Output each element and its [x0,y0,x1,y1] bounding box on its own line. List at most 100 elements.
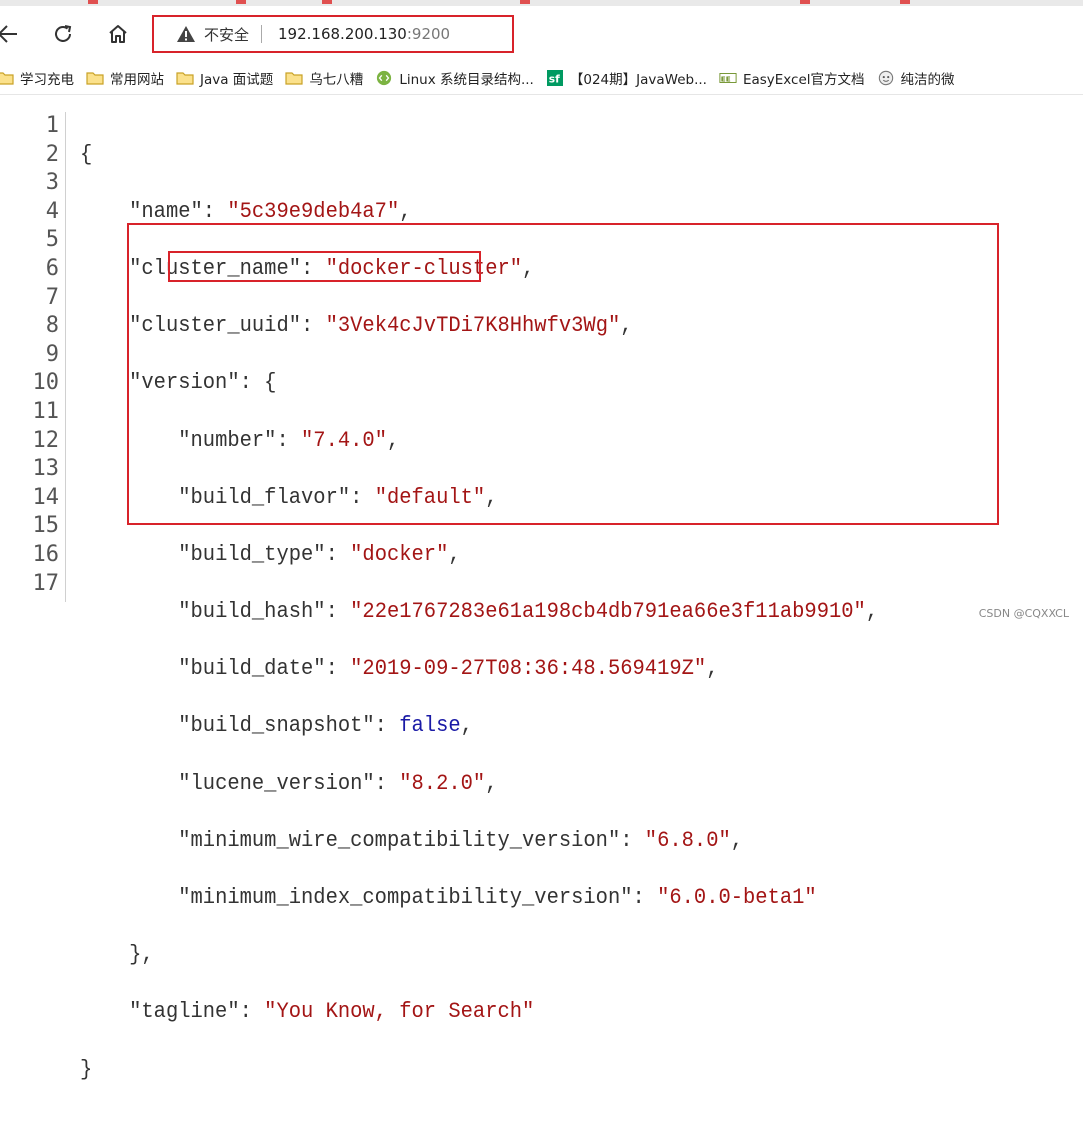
line-number: 6 [45,255,59,281]
site-icon [878,70,893,86]
json-brace: { [80,141,93,167]
json-string: "You Know, for Search" [264,999,535,1025]
json-string: "7.4.0" [301,427,387,453]
address-divider [261,25,263,43]
code-line: "build_type": "docker", [178,541,461,567]
bookmarks-bar: 学习充电 常用网站 Java 面试题 乌七八糟 Linux 系统目录结构... … [0,62,1083,95]
bookmark-label: 常用网站 [110,72,164,88]
bookmark-item[interactable]: 纯洁的微 [873,64,963,92]
code-icon [377,70,392,86]
code-line: { [80,141,878,170]
line-number: 17 [32,570,60,596]
json-string: "22e1767283e61a198cb4db791ea66e3f11ab991… [350,599,866,625]
bookmark-item[interactable]: 乌七八糟 [281,64,371,92]
bookmark-label: 学习充电 [20,72,74,88]
code-line: "minimum_wire_compatibility_version": "6… [178,827,744,853]
json-viewer: 1 2 3 4 5 6 7 8 9 10 11 12 13 14 15 16 1… [0,112,1083,1082]
line-number: 5 [45,227,59,253]
code-line: "build_date": "2019-09-27T08:36:48.56941… [178,656,719,682]
tab-indicator [236,0,246,4]
security-status-label[interactable]: 不安全 [204,24,249,45]
bookmark-label: 乌七八糟 [309,72,364,88]
tab-indicator [322,0,332,4]
json-string: "docker" [350,541,449,567]
code-line: "version": { [129,370,277,396]
json-string: "5c39e9deb4a7" [227,198,400,224]
code-line: "number": "7.4.0", [178,427,400,453]
json-string: "default" [374,484,486,510]
json-code[interactable]: { "name": "5c39e9deb4a7", "cluster_name"… [80,112,878,1141]
bookmark-item[interactable]: 常用网站 [82,64,172,92]
line-number: 10 [32,370,60,396]
json-key: "cluster_uuid" [129,313,302,339]
json-string: "6.0.0-beta1" [657,885,817,911]
bookmark-label: 纯洁的微 [900,72,955,88]
code-line: "minimum_index_compatibility_version": "… [178,885,817,911]
json-string: "8.2.0" [399,770,486,796]
folder-icon [176,72,194,85]
json-string: "2019-09-27T08:36:48.569419Z" [350,656,707,682]
bookmark-item[interactable]: sf 【024期】JavaWeb... [542,64,715,92]
json-string: "docker-cluster" [325,255,523,281]
code-line: "name": "5c39e9deb4a7", [129,198,412,224]
line-number: 16 [32,541,60,567]
code-line: "tagline": "You Know, for Search" [129,999,535,1025]
json-key: "tagline" [129,999,240,1025]
bookmark-label: Java 面试题 [200,72,274,88]
home-button[interactable] [100,16,136,52]
json-boolean: false [399,713,461,739]
json-key: "build_flavor" [178,484,351,510]
address-bar[interactable]: 不安全 192.168.200.130 :9200 [152,15,514,53]
url-host[interactable]: 192.168.200.130 [278,25,407,43]
bookmark-item[interactable]: Java 面试题 [172,64,281,92]
svg-text:EE: EE [721,75,731,84]
bookmark-item[interactable]: 学习充电 [0,64,82,92]
line-number: 13 [32,456,60,482]
reload-icon [55,25,72,42]
bookmark-label: EasyExcel官方文档 [742,72,865,88]
folder-icon [86,72,104,85]
code-line: }, [80,941,878,970]
line-number-gutter: 1 2 3 4 5 6 7 8 9 10 11 12 13 14 15 16 1… [0,112,66,602]
line-number: 8 [45,313,59,339]
json-brace: }, [129,942,154,968]
back-button[interactable] [0,16,26,52]
json-key: "minimum_index_compatibility_version" [178,885,633,911]
json-key: "number" [178,427,277,453]
code-line: "cluster_uuid": "3Vek4cJvTDi7K8Hhwfv3Wg"… [129,313,633,339]
line-number: 1 [45,113,59,138]
line-number: 15 [32,513,60,539]
easyexcel-icon: EE [719,73,737,84]
url-port[interactable]: :9200 [407,25,450,43]
warning-triangle-icon[interactable] [176,25,196,43]
code-line: "cluster_name": "docker-cluster", [129,255,535,281]
reload-button[interactable] [45,16,81,52]
line-number: 12 [32,427,60,453]
line-number: 7 [45,284,59,310]
json-key: "name" [129,198,203,224]
json-key: "lucene_version" [178,770,375,796]
json-key: "cluster_name" [129,255,302,281]
code-line: "build_snapshot": false, [178,713,473,739]
back-arrow-icon [0,25,17,43]
home-icon [109,25,127,43]
bookmark-label: Linux 系统目录结构... [399,72,534,88]
svg-text:sf: sf [549,72,560,85]
line-number: 4 [45,198,59,224]
sf-icon: sf [546,70,563,86]
bookmark-item[interactable]: Linux 系统目录结构... [371,64,542,92]
tab-indicator [800,0,810,4]
json-brace: } [80,1056,93,1082]
folder-icon [285,72,303,85]
tab-indicator [900,0,910,4]
code-line: } [80,1056,878,1085]
tab-indicator [520,0,530,4]
line-number: 11 [32,398,60,424]
bookmark-label: 【024期】JavaWeb... [569,72,707,88]
json-key: "build_snapshot" [178,713,375,739]
bookmark-item[interactable]: EE EasyExcel官方文档 [715,64,873,92]
json-string: "6.8.0" [644,827,731,853]
folder-icon [0,72,14,85]
navigation-bar: 不安全 192.168.200.130 :9200 [0,6,1083,62]
line-number: 14 [32,484,60,510]
